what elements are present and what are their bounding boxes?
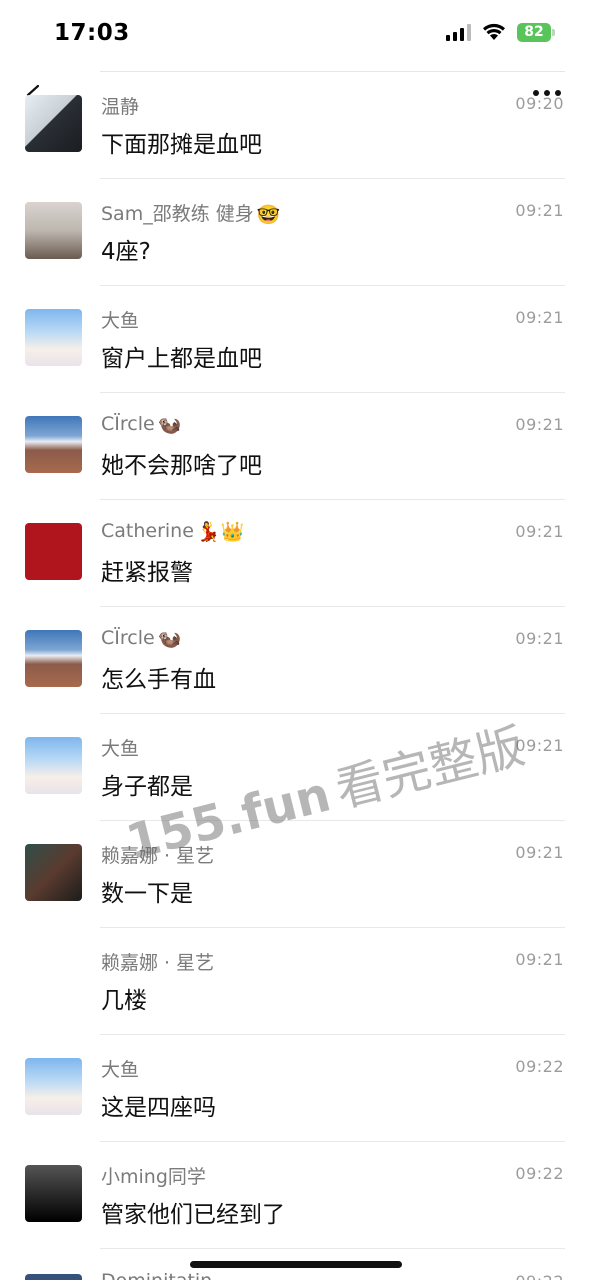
sender-name: 小ming同学 [101, 1166, 206, 1188]
avatar[interactable] [25, 309, 82, 366]
message-row[interactable]: 大鱼 09:21 窗户上都是血吧 [0, 286, 591, 393]
message-text: 她不会那啥了吧 [101, 453, 262, 479]
message-time: 09:21 [515, 629, 564, 648]
status-icons: 82 [446, 22, 555, 42]
sender-name: 温静 [101, 96, 140, 118]
message-text: 管家他们已经到了 [101, 1202, 285, 1228]
message-time: 09:21 [515, 201, 564, 220]
message-text: 4座? [101, 239, 151, 265]
message-text: 身子都是 [101, 774, 193, 800]
message-time: 09:21 [515, 415, 564, 434]
avatar[interactable] [25, 630, 82, 687]
sender-name: 大鱼 [101, 738, 140, 760]
avatar[interactable] [25, 737, 82, 794]
message-row[interactable]: 小ming同学 09:22 管家他们已经到了 [0, 1142, 591, 1249]
message-text: 窗户上都是血吧 [101, 346, 262, 372]
message-text: 赶紧报警 [101, 560, 193, 586]
message-row[interactable]: CÏrcle 🦦 09:21 怎么手有血 [0, 607, 591, 714]
sender-name: Sam_邵教练 健身 🤓 [101, 199, 280, 226]
home-indicator[interactable] [190, 1261, 402, 1268]
sender-name-text: CÏrcle [101, 627, 155, 649]
sender-name: CÏrcle 🦦 [101, 627, 181, 650]
message-row[interactable]: 温静 09:20 下面那摊是血吧 [0, 72, 591, 179]
message-row[interactable]: Sam_邵教练 健身 🤓 09:21 4座? [0, 179, 591, 286]
avatar[interactable] [25, 1165, 82, 1222]
avatar[interactable] [25, 1274, 82, 1280]
message-text: 下面那摊是血吧 [101, 132, 262, 158]
message-text: 几楼 [101, 988, 147, 1014]
message-time: 09:20 [515, 94, 564, 113]
message-row[interactable]: 大鱼 09:22 这是四座吗 [0, 1035, 591, 1142]
battery-icon: 82 [517, 22, 555, 42]
avatar[interactable] [25, 95, 82, 152]
sender-name: Dominitatin [101, 1270, 212, 1280]
message-row[interactable]: 赖嘉娜 · 星艺 09:21 几楼 [0, 928, 591, 1035]
sender-name-text: CÏrcle [101, 413, 155, 435]
message-row[interactable]: 赖嘉娜 · 星艺 09:21 数一下是 [0, 821, 591, 928]
sender-name: 大鱼 [101, 1059, 140, 1081]
message-time: 09:22 [515, 1164, 564, 1183]
message-text: 这是四座吗 [101, 1095, 216, 1121]
nerd-face-emoji-icon: 🤓 [256, 204, 281, 226]
message-time: 09:22 [515, 1272, 564, 1280]
message-row[interactable]: 大鱼 09:21 身子都是 [0, 714, 591, 821]
message-list: 温静 09:20 下面那摊是血吧 Sam_邵教练 健身 🤓 09:21 4座? 大… [0, 72, 591, 1249]
sender-name: 赖嘉娜 · 星艺 [101, 952, 215, 974]
message-row[interactable]: Catherine 💃👑 09:21 赶紧报警 [0, 500, 591, 607]
status-time: 17:03 [54, 20, 130, 46]
message-time: 09:21 [515, 522, 564, 541]
avatar[interactable] [25, 523, 82, 580]
message-time: 09:21 [515, 950, 564, 969]
sender-name: 赖嘉娜 · 星艺 [101, 845, 215, 867]
dancer-crown-emoji-icon: 💃👑 [196, 521, 245, 543]
avatar[interactable] [25, 202, 82, 259]
message-text: 怎么手有血 [101, 667, 216, 693]
message-row[interactable]: CÏrcle 🦦 09:21 她不会那啥了吧 [0, 393, 591, 500]
message-time: 09:22 [515, 1057, 564, 1076]
message-text: 数一下是 [101, 881, 193, 907]
avatar[interactable] [25, 1058, 82, 1115]
otter-emoji-icon: 🦦 [157, 414, 182, 436]
sender-name-text: Sam_邵教练 健身 [101, 203, 254, 225]
sender-name-text: Catherine [101, 520, 194, 542]
message-time: 09:21 [515, 308, 564, 327]
avatar[interactable] [25, 844, 82, 901]
avatar[interactable] [25, 416, 82, 473]
cellular-signal-icon [446, 23, 471, 41]
sender-name: CÏrcle 🦦 [101, 413, 181, 436]
sender-name: 大鱼 [101, 310, 140, 332]
message-time: 09:21 [515, 736, 564, 755]
status-bar: 17:03 82 [0, 0, 591, 66]
otter-emoji-icon: 🦦 [157, 628, 182, 650]
message-time: 09:21 [515, 843, 564, 862]
sender-name: Catherine 💃👑 [101, 520, 244, 543]
wifi-icon [483, 23, 505, 40]
